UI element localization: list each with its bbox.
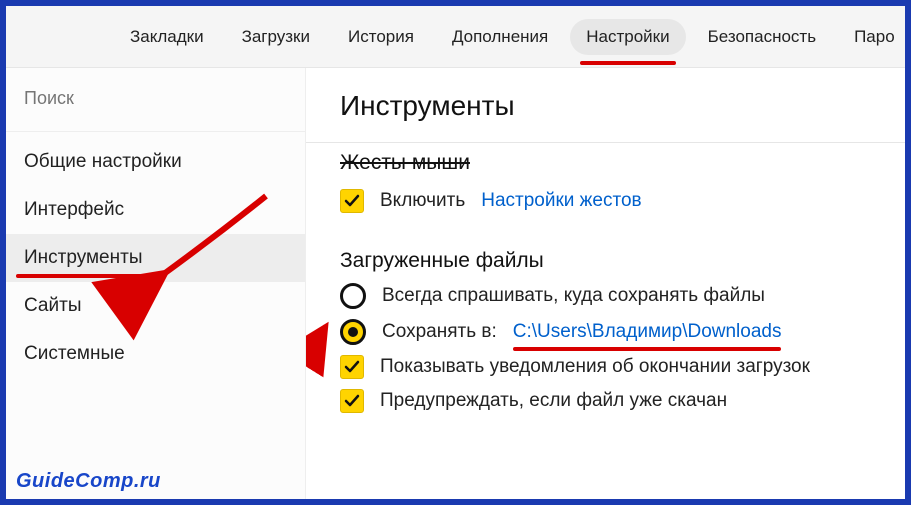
row-save-to: Сохранять в: C:\Users\Владимир\Downloads bbox=[340, 319, 895, 345]
label-warn-downloaded: Предупреждать, если файл уже скачан bbox=[380, 390, 727, 412]
sidebar-item-label: Системные bbox=[24, 343, 125, 364]
top-nav: Закладки Загрузки История Дополнения Нас… bbox=[6, 6, 905, 68]
check-icon bbox=[344, 193, 360, 209]
tab-label: Загрузки bbox=[242, 27, 310, 46]
sidebar-item-system[interactable]: Системные bbox=[6, 330, 305, 378]
checkbox-show-notifications[interactable] bbox=[340, 355, 364, 379]
sidebar: Общие настройки Интерфейс Инструменты Са… bbox=[6, 68, 306, 499]
section-heading-downloads: Загруженные файлы bbox=[340, 249, 895, 273]
sidebar-list: Общие настройки Интерфейс Инструменты Са… bbox=[6, 132, 305, 378]
watermark: GuideComp.ru bbox=[16, 470, 161, 493]
checkbox-enable-gestures[interactable] bbox=[340, 189, 364, 213]
tab-label: Настройки bbox=[586, 27, 669, 46]
checkbox-warn-downloaded[interactable] bbox=[340, 389, 364, 413]
search-input[interactable] bbox=[24, 88, 287, 109]
tab-label: Паро bbox=[854, 27, 895, 46]
tab-label: История bbox=[348, 27, 414, 46]
sidebar-item-general[interactable]: Общие настройки bbox=[6, 138, 305, 186]
divider bbox=[306, 142, 905, 143]
check-icon bbox=[344, 359, 360, 375]
tab-downloads[interactable]: Загрузки bbox=[226, 19, 326, 55]
tab-label: Безопасность bbox=[708, 27, 816, 46]
tab-bookmarks[interactable]: Закладки bbox=[114, 19, 220, 55]
tab-history[interactable]: История bbox=[332, 19, 430, 55]
content-pane: Инструменты Жесты мыши Включить Настройк… bbox=[306, 68, 905, 499]
radio-save-to[interactable] bbox=[340, 319, 366, 345]
row-warn-downloaded: Предупреждать, если файл уже скачан bbox=[340, 389, 895, 413]
link-gesture-settings[interactable]: Настройки жестов bbox=[481, 190, 641, 212]
search-box bbox=[6, 68, 305, 132]
annotation-underline bbox=[513, 347, 782, 351]
radio-always-ask[interactable] bbox=[340, 283, 366, 309]
tab-label: Дополнения bbox=[452, 27, 548, 46]
annotation-underline bbox=[16, 274, 151, 278]
annotation-underline bbox=[580, 61, 675, 65]
label-enable: Включить bbox=[380, 190, 465, 212]
link-download-path[interactable]: C:\Users\Владимир\Downloads bbox=[513, 321, 782, 342]
label-show-notifications: Показывать уведомления об окончании загр… bbox=[380, 356, 810, 378]
row-enable-gestures: Включить Настройки жестов bbox=[340, 189, 895, 213]
sidebar-item-label: Сайты bbox=[24, 295, 81, 316]
sidebar-item-interface[interactable]: Интерфейс bbox=[6, 186, 305, 234]
label-always-ask: Всегда спрашивать, куда сохранять файлы bbox=[382, 285, 765, 307]
tab-addons[interactable]: Дополнения bbox=[436, 19, 564, 55]
section-heading-mouse-gestures: Жесты мыши bbox=[340, 151, 895, 175]
sidebar-item-label: Общие настройки bbox=[24, 151, 182, 172]
row-always-ask: Всегда спрашивать, куда сохранять файлы bbox=[340, 283, 895, 309]
sidebar-item-tools[interactable]: Инструменты bbox=[6, 234, 305, 282]
check-icon bbox=[344, 393, 360, 409]
sidebar-item-label: Инструменты bbox=[24, 247, 142, 268]
tab-settings[interactable]: Настройки bbox=[570, 19, 685, 55]
sidebar-item-sites[interactable]: Сайты bbox=[6, 282, 305, 330]
tab-passwords[interactable]: Паро bbox=[838, 19, 911, 55]
row-show-notifications: Показывать уведомления об окончании загр… bbox=[340, 355, 895, 379]
tab-label: Закладки bbox=[130, 27, 204, 46]
tab-security[interactable]: Безопасность bbox=[692, 19, 832, 55]
page-title: Инструменты bbox=[340, 90, 895, 122]
sidebar-item-label: Интерфейс bbox=[24, 199, 124, 220]
label-save-to: Сохранять в: bbox=[382, 321, 497, 343]
